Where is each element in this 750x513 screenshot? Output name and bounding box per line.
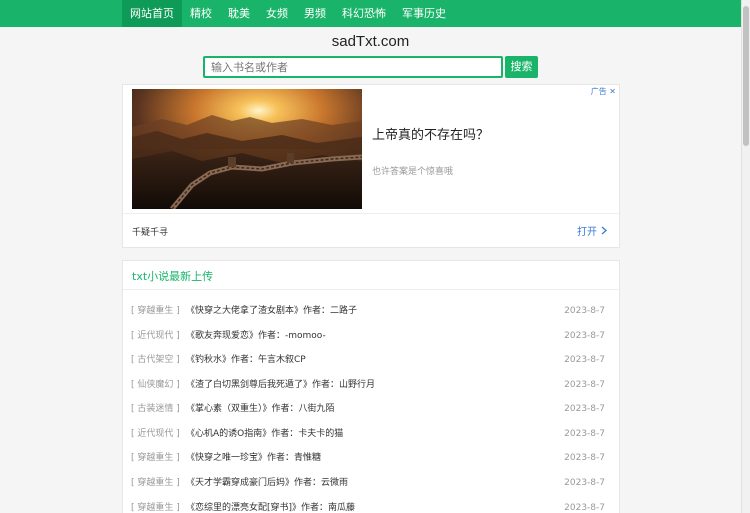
book-row[interactable]: [ 穿越重生 ] 《快穿之唯一珍宝》作者：青惟糖 2023-8-7 — [123, 446, 619, 470]
ad-card[interactable]: 广告 ✕ 上帝真的不存在吗？ 也许答案是个惊喜哦 千疑千寻 打开 — [122, 84, 620, 248]
scrollbar-thumb[interactable] — [743, 6, 749, 146]
book-row[interactable]: [ 穿越重生 ] 《天才学霸穿成豪门后妈》作者：云微雨 2023-8-7 — [123, 471, 619, 495]
nav-item-danmei[interactable]: 耽美 — [220, 0, 258, 27]
ad-open-button[interactable]: 打开 — [577, 223, 607, 238]
book-link[interactable]: 《恋综里的漂亮女配[穿书]》作者：南瓜藤 — [186, 496, 355, 513]
book-date: 2023-8-7 — [564, 331, 605, 341]
book-date: 2023-8-7 — [564, 404, 605, 414]
latest-uploads-panel: txt小说最新上传 [ 穿越重生 ] 《快穿之大佬拿了渣女剧本》作者：二路子 2… — [122, 260, 620, 513]
book-category[interactable]: [ 近代现代 ] — [131, 324, 180, 348]
book-date: 2023-8-7 — [564, 453, 605, 463]
book-category[interactable]: [ 穿越重生 ] — [131, 446, 180, 470]
book-row[interactable]: [ 仙侠魔幻 ] 《渣了白切黑剑尊后我死遁了》作者：山野行月 2023-8-7 — [123, 373, 619, 397]
nav-item-scifi-horror[interactable]: 科幻恐怖 — [334, 0, 394, 27]
book-row[interactable]: [ 穿越重生 ] 《快穿之大佬拿了渣女剧本》作者：二路子 2023-8-7 — [123, 299, 619, 323]
book-link[interactable]: 《渣了白切黑剑尊后我死遁了》作者：山野行月 — [186, 373, 375, 397]
ad-badge-label: 广告 — [590, 87, 607, 96]
close-icon[interactable]: ✕ — [609, 87, 616, 96]
nav-item-nvpin[interactable]: 女频 — [258, 0, 296, 27]
book-date: 2023-8-7 — [564, 380, 605, 390]
nav-menu: 网站首页 精校 耽美 女频 男频 科幻恐怖 军事历史 — [122, 0, 454, 27]
ad-open-label: 打开 — [577, 227, 597, 238]
ad-source: 千疑千寻 — [132, 228, 169, 238]
top-nav: 网站首页 精校 耽美 女频 男频 科幻恐怖 军事历史 — [0, 0, 741, 27]
page-scrollbar[interactable] — [741, 0, 750, 513]
book-category[interactable]: [ 古装迷情 ] — [131, 397, 180, 421]
book-category[interactable]: [ 穿越重生 ] — [131, 471, 180, 495]
book-link[interactable]: 《钓秋水》作者：午言木叙CP — [186, 348, 306, 372]
book-category[interactable]: [ 穿越重生 ] — [131, 299, 180, 323]
book-row[interactable]: [ 古装迷情 ] 《掌心素（双重生）》作者：八街九陌 2023-8-7 — [123, 397, 619, 421]
book-link[interactable]: 《天才学霸穿成豪门后妈》作者：云微雨 — [186, 471, 348, 495]
book-date: 2023-8-7 — [564, 503, 605, 513]
site-title[interactable]: sadTxt.com — [0, 33, 741, 50]
nav-item-nanpin[interactable]: 男频 — [296, 0, 334, 27]
book-date: 2023-8-7 — [564, 478, 605, 488]
book-category[interactable]: [ 古代架空 ] — [131, 348, 180, 372]
book-row[interactable]: [ 古代架空 ] 《钓秋水》作者：午言木叙CP 2023-8-7 — [123, 348, 619, 372]
book-link[interactable]: 《歌友奔现爱恋》作者：-momoo- — [186, 324, 326, 348]
book-link[interactable]: 《心机A的诱O指南》作者：卡夫卡的猫 — [186, 422, 343, 446]
book-row[interactable]: [ 近代现代 ] 《心机A的诱O指南》作者：卡夫卡的猫 2023-8-7 — [123, 422, 619, 446]
book-category[interactable]: [ 近代现代 ] — [131, 422, 180, 446]
ad-footer: 千疑千寻 打开 — [123, 213, 619, 247]
latest-uploads-title: txt小说最新上传 — [132, 270, 214, 283]
book-row[interactable]: [ 穿越重生 ] 《恋综里的漂亮女配[穿书]》作者：南瓜藤 2023-8-7 — [123, 496, 619, 513]
ad-headline[interactable]: 上帝真的不存在吗？ — [372, 124, 489, 143]
book-category[interactable]: [ 穿越重生 ] — [131, 496, 180, 513]
book-date: 2023-8-7 — [564, 429, 605, 439]
search-input[interactable] — [203, 56, 503, 78]
book-link[interactable]: 《掌心素（双重生）》作者：八街九陌 — [186, 397, 335, 421]
book-row[interactable]: [ 近代现代 ] 《歌友奔现爱恋》作者：-momoo- 2023-8-7 — [123, 324, 619, 348]
nav-item-military-history[interactable]: 军事历史 — [394, 0, 454, 27]
great-wall-sunset-image — [132, 89, 362, 209]
book-category[interactable]: [ 仙侠魔幻 ] — [131, 373, 180, 397]
nav-item-home[interactable]: 网站首页 — [122, 0, 182, 27]
chevron-right-icon — [601, 226, 607, 235]
ad-image[interactable] — [132, 89, 362, 209]
nav-item-jingjiao[interactable]: 精校 — [182, 0, 220, 27]
ad-description: 也许答案是个惊喜哦 — [372, 167, 454, 177]
book-date: 2023-8-7 — [564, 355, 605, 365]
ad-badge[interactable]: 广告 ✕ — [591, 86, 616, 97]
book-link[interactable]: 《快穿之大佬拿了渣女剧本》作者：二路子 — [186, 299, 357, 323]
latest-uploads-header: txt小说最新上传 — [123, 261, 619, 290]
book-date: 2023-8-7 — [564, 306, 605, 316]
search-button[interactable]: 搜索 — [505, 56, 538, 78]
book-link[interactable]: 《快穿之唯一珍宝》作者：青惟糖 — [186, 446, 321, 470]
